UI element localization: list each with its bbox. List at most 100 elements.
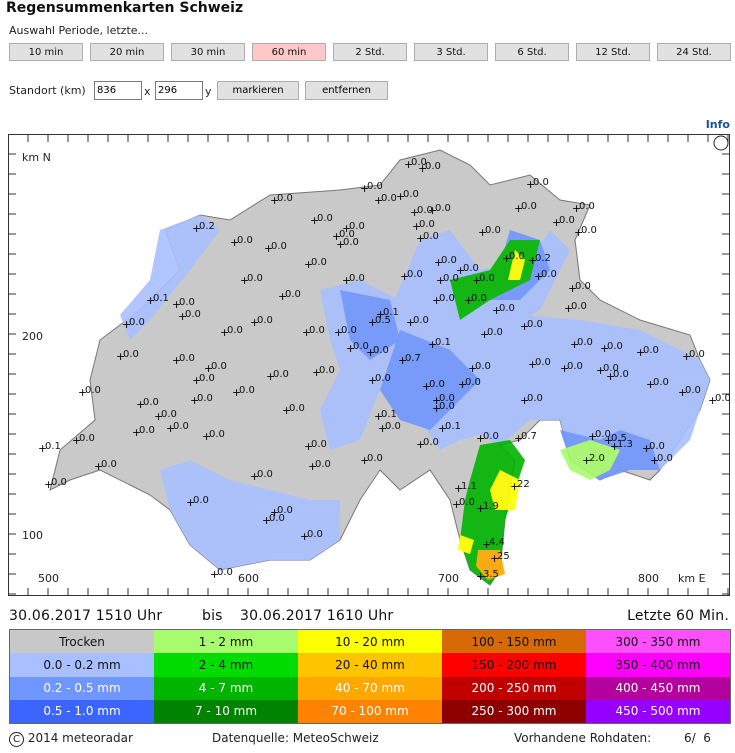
station-value: 0.0 bbox=[439, 401, 455, 412]
station-value: 0.0 bbox=[535, 357, 551, 368]
info-link[interactable]: Info bbox=[706, 118, 730, 131]
period-button-24-std[interactable]: 24 Std. bbox=[657, 43, 731, 61]
station-value: 0.7 bbox=[521, 431, 537, 442]
station-value: 0.0 bbox=[429, 379, 445, 390]
station-value: 0.0 bbox=[277, 193, 293, 204]
legend-item: 150 - 200 mm bbox=[442, 653, 586, 677]
station-value: 0.0 bbox=[143, 397, 159, 408]
period-button-3-std[interactable]: 3 Std. bbox=[414, 43, 488, 61]
station-value: 0.0 bbox=[413, 315, 429, 326]
station-value: 0.0 bbox=[581, 225, 597, 236]
data-source: Datenquelle: MeteoSchweiz bbox=[212, 731, 379, 745]
station-value: 0.0 bbox=[211, 361, 227, 372]
time-from: 30.06.2017 1510 Uhr bbox=[9, 608, 163, 624]
y-coordinate-input[interactable] bbox=[155, 81, 203, 100]
mark-button[interactable]: markieren bbox=[217, 81, 299, 100]
station-value: 0.0 bbox=[319, 365, 335, 376]
station-value: 0.0 bbox=[367, 181, 383, 192]
station-value: 0.0 bbox=[441, 255, 457, 266]
station-value: 0.0 bbox=[307, 529, 323, 540]
period-button-2-std[interactable]: 2 Std. bbox=[333, 43, 407, 61]
period-button-30-min[interactable]: 30 min bbox=[171, 43, 245, 61]
station-value: 0.0 bbox=[685, 385, 701, 396]
station-value: 0.0 bbox=[567, 361, 583, 372]
station-value: 0.0 bbox=[533, 177, 549, 188]
station-value: 0.0 bbox=[273, 369, 289, 380]
station-value: 0.0 bbox=[423, 231, 439, 242]
legend-item: 70 - 100 mm bbox=[298, 699, 442, 723]
station-value: 0.0 bbox=[217, 567, 233, 578]
station-value: 0.0 bbox=[85, 385, 101, 396]
station-value: 0.0 bbox=[439, 293, 455, 304]
station-value: 0.0 bbox=[257, 315, 273, 326]
period-summary: Letzte 60 Min. bbox=[627, 608, 729, 624]
station-value: 2.0 bbox=[589, 453, 605, 464]
period-label: Auswahl Periode, letzte... bbox=[9, 24, 149, 37]
station-value: 0.0 bbox=[209, 429, 225, 440]
station-value: 0.0 bbox=[527, 393, 543, 404]
x-coordinate-input[interactable] bbox=[94, 81, 142, 100]
station-value: 0.0 bbox=[403, 189, 419, 200]
station-value: 0.0 bbox=[407, 269, 423, 280]
station-value: 0.0 bbox=[483, 431, 499, 442]
period-button-10-min[interactable]: 10 min bbox=[9, 43, 83, 61]
east-axis-label: km E bbox=[678, 572, 706, 585]
legend-item: 450 - 500 mm bbox=[586, 699, 730, 723]
legend-item: 7 - 10 mm bbox=[154, 699, 298, 723]
station-value: 0.0 bbox=[657, 453, 673, 464]
station-value: 0.0 bbox=[289, 403, 305, 414]
station-value: 0.0 bbox=[541, 269, 557, 280]
station-value: 0.0 bbox=[479, 273, 495, 284]
station-value: 0.0 bbox=[179, 353, 195, 364]
station-value: 0.0 bbox=[423, 437, 439, 448]
x-suffix: x bbox=[144, 85, 151, 98]
rain-map[interactable]: +0.0+0.0+0.0+0.0+0.0+0.0+0.0+0.0 +0.0+0.0… bbox=[8, 134, 730, 596]
station-value: 0.0 bbox=[311, 257, 327, 268]
station-value: 0.0 bbox=[247, 273, 263, 284]
page-title: Regensummenkarten Schweiz bbox=[6, 0, 244, 16]
remove-button[interactable]: entfernen bbox=[305, 81, 388, 100]
station-value: 0.0 bbox=[459, 497, 475, 508]
station-value: 0.0 bbox=[199, 373, 215, 384]
station-value: 3.5 bbox=[483, 569, 499, 580]
station-value: 0.0 bbox=[485, 225, 501, 236]
station-value: 0.0 bbox=[197, 393, 213, 404]
station-value: 0.0 bbox=[367, 453, 383, 464]
period-button-6-std[interactable]: 6 Std. bbox=[495, 43, 569, 61]
station-value: 0.0 bbox=[309, 325, 325, 336]
station-value: 0.0 bbox=[575, 281, 591, 292]
station-value: 0.0 bbox=[139, 425, 155, 436]
time-to: 30.06.2017 1610 Uhr bbox=[240, 608, 394, 624]
station-value: 1.3 bbox=[617, 439, 633, 450]
station-value: 4.4 bbox=[489, 537, 505, 548]
time-bis: bis bbox=[202, 608, 223, 624]
station-value: 0.0 bbox=[521, 201, 537, 212]
x-tick-label: 700 bbox=[438, 572, 459, 585]
station-value: 0.0 bbox=[559, 215, 575, 226]
station-value: 0.0 bbox=[185, 309, 201, 320]
x-tick-label: 800 bbox=[638, 572, 659, 585]
period-button-12-std[interactable]: 12 Std. bbox=[576, 43, 650, 61]
station-value: 0.0 bbox=[51, 477, 67, 488]
station-value: 0.0 bbox=[607, 341, 623, 352]
period-button-60-min[interactable]: 60 min bbox=[252, 43, 326, 61]
legend-item: 40 - 70 mm bbox=[298, 676, 442, 700]
station-value: 0.0 bbox=[349, 273, 365, 284]
legend-item: 20 - 40 mm bbox=[298, 653, 442, 677]
station-value: 0.0 bbox=[227, 325, 243, 336]
copyright-icon: C bbox=[9, 732, 24, 747]
station-value: 0.0 bbox=[193, 495, 209, 506]
station-value: 0.0 bbox=[179, 297, 195, 308]
legend-item: 100 - 150 mm bbox=[442, 630, 586, 654]
station-value: 0.0 bbox=[715, 393, 730, 404]
station-value: 0.0 bbox=[643, 345, 659, 356]
station-value: 0.0 bbox=[571, 301, 587, 312]
legend-item: Trocken bbox=[10, 630, 154, 654]
x-tick-label: 600 bbox=[238, 572, 259, 585]
legend-item: 400 - 450 mm bbox=[586, 676, 730, 700]
station-value: 0.0 bbox=[375, 373, 391, 384]
legend-item: 0.2 - 0.5 mm bbox=[10, 676, 154, 700]
period-button-20-min[interactable]: 20 min bbox=[90, 43, 164, 61]
station-value: 0.0 bbox=[381, 193, 397, 204]
compass-icon[interactable] bbox=[713, 135, 729, 151]
